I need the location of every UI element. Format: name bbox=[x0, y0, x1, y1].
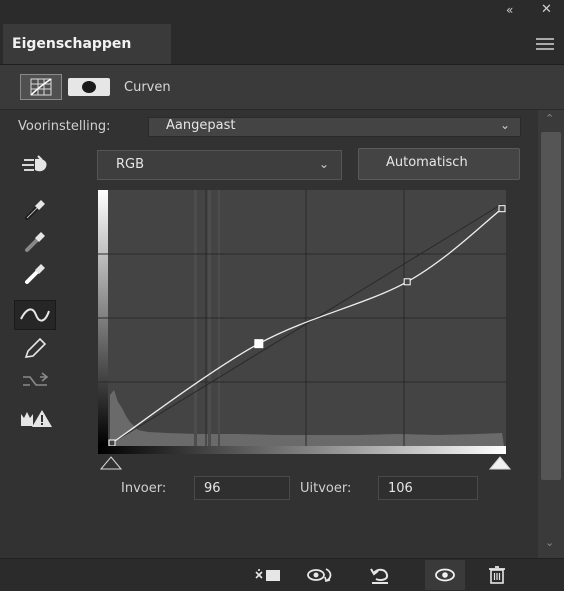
input-gradient-bar bbox=[98, 446, 506, 454]
adjustment-name: Curven bbox=[124, 80, 171, 95]
layer-mask-icon[interactable] bbox=[68, 78, 110, 96]
white-point-eyedropper-icon[interactable] bbox=[20, 260, 50, 286]
panel-title-bar bbox=[0, 0, 564, 22]
curve-point-selected[interactable] bbox=[254, 339, 264, 349]
channel-value: RGB bbox=[116, 157, 145, 172]
scroll-down-icon[interactable]: ⌄ bbox=[545, 536, 554, 549]
curve-point[interactable] bbox=[403, 278, 411, 286]
white-point-slider[interactable] bbox=[489, 456, 511, 470]
tab-label: Eigenschappen bbox=[12, 36, 132, 52]
preset-label: Voorinstelling: bbox=[18, 119, 111, 134]
visibility-eye-icon[interactable] bbox=[431, 566, 459, 584]
reset-icon[interactable] bbox=[366, 566, 394, 584]
curve-point[interactable] bbox=[498, 205, 506, 213]
panel-menu-icon[interactable] bbox=[536, 38, 554, 50]
preset-value: Aangepast bbox=[166, 118, 236, 133]
input-label: Invoer: bbox=[121, 481, 167, 496]
curves-graph[interactable] bbox=[98, 190, 506, 446]
black-point-eyedropper-icon[interactable] bbox=[20, 196, 50, 222]
trash-icon[interactable] bbox=[484, 566, 512, 584]
clip-to-layer-icon[interactable] bbox=[254, 566, 282, 584]
draw-pencil-icon[interactable] bbox=[20, 336, 50, 362]
panel-footer bbox=[0, 558, 564, 591]
clipping-warning-icon[interactable] bbox=[20, 406, 52, 432]
close-panel-icon[interactable]: ✕ bbox=[541, 2, 555, 17]
on-image-adjust-icon[interactable] bbox=[20, 152, 50, 178]
chevron-down-icon: ⌄ bbox=[500, 118, 511, 132]
edit-points-curve-icon[interactable] bbox=[14, 300, 56, 330]
automatisch-button-label: Automatisch bbox=[386, 155, 468, 170]
black-point-slider[interactable] bbox=[100, 456, 122, 470]
scroll-up-icon[interactable]: ⌃ bbox=[545, 112, 554, 125]
gray-point-eyedropper-icon[interactable] bbox=[20, 228, 50, 254]
scrollbar-thumb[interactable] bbox=[541, 132, 561, 480]
smooth-curve-icon[interactable] bbox=[20, 368, 50, 394]
output-value: 106 bbox=[388, 481, 413, 496]
chevron-down-icon: ⌄ bbox=[319, 157, 330, 171]
curves-adjustment-icon[interactable] bbox=[20, 74, 62, 100]
collapse-panel-icon[interactable]: « bbox=[506, 3, 522, 17]
input-value: 96 bbox=[204, 481, 221, 496]
output-label: Uitvoer: bbox=[300, 481, 352, 496]
view-previous-state-icon[interactable] bbox=[306, 566, 334, 584]
